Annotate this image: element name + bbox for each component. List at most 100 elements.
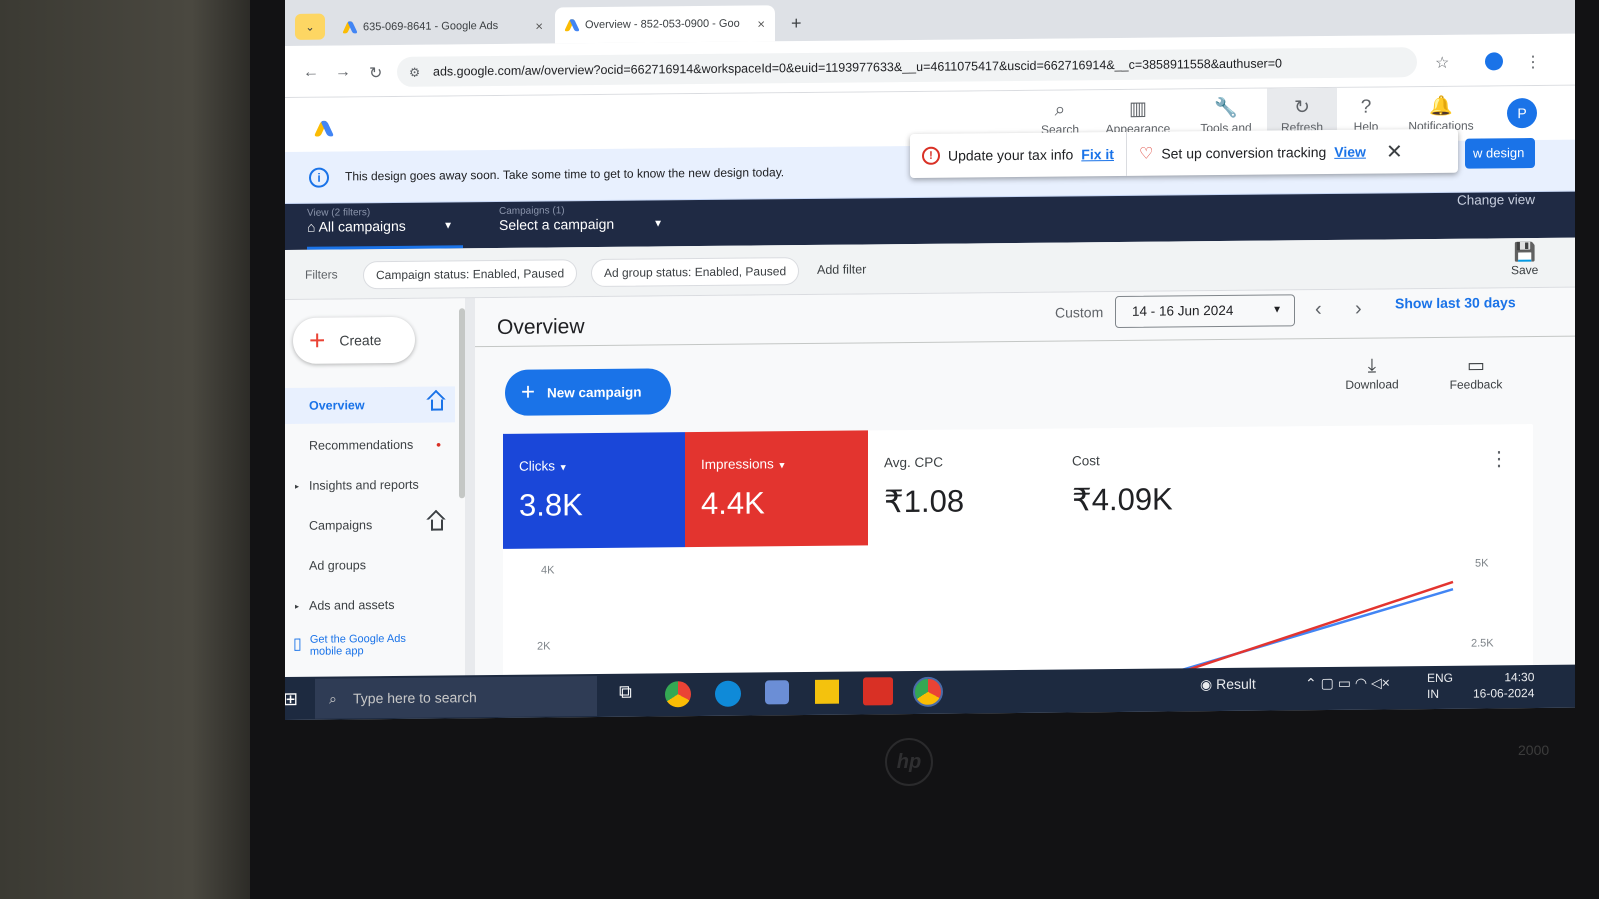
phone-icon: ▯ — [293, 635, 302, 653]
left-tick-label: 2K — [537, 640, 551, 652]
create-button[interactable]: + Create — [293, 316, 415, 364]
show-last-30-days-link[interactable]: Show last 30 days — [1395, 294, 1516, 311]
fix-it-link[interactable]: Fix it — [1081, 146, 1114, 162]
sidebar-item-insights[interactable]: ▸ Insights and reports — [285, 466, 455, 504]
sidebar-item-campaigns[interactable]: Campaigns — [285, 506, 455, 544]
refresh-icon: ↻ — [1294, 97, 1310, 119]
hp-logo: hp — [885, 738, 933, 786]
bell-icon: 🔔 — [1429, 95, 1453, 118]
tab-google-ads-2[interactable]: Overview - 852-053-0900 - Goo × — [555, 5, 775, 44]
tray-icons[interactable]: ⌃ ▢ ▭ ◠ ◁× — [1305, 674, 1390, 692]
right-tick-label: 5K — [1475, 557, 1489, 569]
download-button[interactable]: ⤓ Download — [1337, 355, 1407, 392]
reload-icon[interactable]: ↻ — [369, 63, 382, 83]
header-notifications-button[interactable]: 🔔 Notifications — [1403, 95, 1479, 134]
previous-period-icon[interactable]: ‹ — [1315, 298, 1322, 321]
app-icon[interactable] — [863, 677, 893, 706]
chevron-down-icon: ▼ — [558, 462, 568, 473]
metric-avg-cpc[interactable]: Avg. CPC ₹1.08 — [868, 429, 1056, 546]
left-navigation: + Create Overview Recommendations • ▸ Insi… — [285, 298, 465, 690]
chrome-icon[interactable] — [913, 676, 943, 707]
sidebar-scrollbar[interactable] — [459, 308, 465, 499]
address-bar[interactable]: ⚙ ads.google.com/aw/overview?ocid=662716… — [397, 47, 1417, 87]
close-icon[interactable]: × — [535, 18, 543, 33]
series-line — [1170, 580, 1454, 677]
search-icon: ⌕ — [329, 690, 337, 707]
header-appearance-button[interactable]: ▥ Appearance — [1103, 97, 1173, 136]
site-settings-icon[interactable]: ⚙ — [409, 64, 420, 79]
metric-impressions[interactable]: Impressions ▼ 4.4K — [685, 430, 868, 548]
tab-title: Overview - 852-053-0900 - Goo — [585, 17, 740, 32]
next-period-icon[interactable]: › — [1355, 298, 1362, 321]
date-range-picker[interactable]: 14 - 16 Jun 2024 ▼ — [1115, 294, 1295, 329]
app-icon[interactable] — [765, 680, 789, 705]
sidebar-item-overview[interactable]: Overview — [285, 386, 455, 424]
tab-search-button[interactable]: ⌄ — [295, 13, 325, 40]
forward-icon[interactable]: → — [335, 63, 351, 81]
back-icon[interactable]: ← — [303, 64, 319, 82]
chevron-down-icon: ▼ — [777, 460, 787, 471]
mobile-app-promo[interactable]: ▯ Get the Google Ads mobile app — [293, 633, 433, 658]
chrome-icon[interactable] — [665, 681, 691, 708]
header-search-button[interactable]: ⌕ Search — [1025, 98, 1095, 137]
performance-card: Clicks ▼ 3.8K Impressions ▼ 4.4K Avg. CP… — [503, 424, 1533, 694]
page-title: Overview — [497, 315, 585, 339]
header-tools-button[interactable]: 🔧Tools and settings — [1191, 97, 1261, 131]
left-tick-label: 4K — [541, 564, 555, 576]
close-icon[interactable]: × — [757, 16, 765, 31]
metric-cost[interactable]: Cost ₹4.09K — [1056, 427, 1256, 544]
metric-clicks[interactable]: Clicks ▼ 3.8K — [503, 432, 685, 549]
expand-icon: ▸ — [295, 601, 300, 611]
filter-chip-adgroup-status[interactable]: Ad group status: Enabled, Paused — [591, 257, 800, 288]
change-view-link[interactable]: Change view — [1457, 192, 1535, 208]
language-indicator[interactable]: ENG IN — [1427, 670, 1453, 702]
sticky-notes-icon[interactable] — [815, 679, 839, 704]
tab-google-ads-1[interactable]: 635-069-8641 - Google Ads × — [333, 7, 553, 45]
tab-title: 635-069-8641 - Google Ads — [363, 19, 499, 34]
appearance-icon: ▥ — [1129, 98, 1147, 120]
conversion-alert: ♡ Set up conversion tracking View ✕ — [1138, 139, 1403, 164]
header-help-button[interactable]: ? Help — [1331, 95, 1401, 134]
task-view-icon[interactable]: ⧉ — [619, 682, 632, 703]
sidebar-item-recommendations[interactable]: Recommendations • — [285, 426, 455, 464]
view-selector[interactable]: View (2 filters) ⌂ All campaigns ▼ — [307, 206, 463, 250]
sidebar-item-adgroups[interactable]: Ad groups — [285, 546, 455, 584]
url-text: ads.google.com/aw/overview?ocid=66271691… — [433, 56, 1282, 79]
result-widget[interactable]: ◉ Result — [1200, 676, 1256, 694]
taskbar-search-input[interactable]: ⌕ Type here to search — [315, 676, 597, 719]
new-design-button[interactable]: w design — [1465, 138, 1535, 169]
google-ads-icon — [565, 19, 579, 31]
filter-chip-campaign-status[interactable]: Campaign status: Enabled, Paused — [363, 259, 578, 290]
chevron-down-icon: ▼ — [1272, 304, 1282, 316]
info-text: This design goes away soon. Take some ti… — [345, 165, 785, 184]
new-tab-button[interactable]: + — [781, 5, 812, 41]
add-filter-button[interactable]: Add filter — [817, 262, 866, 276]
divider — [475, 335, 1575, 348]
right-tick-label: 2.5K — [1471, 637, 1494, 649]
feedback-button[interactable]: ▭ Feedback — [1441, 354, 1511, 392]
close-icon[interactable]: ✕ — [1386, 139, 1403, 164]
wrench-icon: 🔧 — [1214, 97, 1238, 120]
view-link[interactable]: View — [1334, 144, 1366, 160]
new-campaign-button[interactable]: + New campaign — [505, 368, 671, 416]
notification-popover: ! Update your tax info Fix it ♡ Set up c… — [910, 128, 1458, 179]
menu-icon[interactable]: ⋮ — [1525, 52, 1541, 72]
account-avatar[interactable]: P — [1507, 97, 1537, 129]
google-ads-logo — [315, 121, 333, 137]
star-icon[interactable]: ☆ — [1435, 53, 1449, 73]
edge-icon[interactable] — [715, 680, 741, 707]
profile-avatar[interactable] — [1485, 52, 1503, 71]
home-icon: ⌂ — [307, 218, 319, 235]
sidebar-item-ads-assets[interactable]: ▸ Ads and assets — [285, 586, 455, 624]
more-options-icon[interactable]: ⋮ — [1489, 446, 1509, 471]
metric-value: ₹1.08 — [884, 483, 965, 520]
home-icon — [431, 518, 443, 531]
save-button[interactable]: 💾 Save — [1511, 242, 1538, 277]
campaign-selector[interactable]: Campaigns (1) Select a campaign ▼ — [499, 204, 663, 235]
clock[interactable]: 14:30 16-06-2024 — [1473, 669, 1534, 702]
plus-icon: + — [309, 324, 326, 356]
main-content: Overview Custom 14 - 16 Jun 2024 ▼ ‹ › S… — [475, 287, 1575, 694]
alert-dot-icon: • — [436, 436, 441, 453]
windows-start-icon[interactable]: ⊞ — [285, 689, 298, 710]
range-label: Custom — [1055, 304, 1104, 321]
